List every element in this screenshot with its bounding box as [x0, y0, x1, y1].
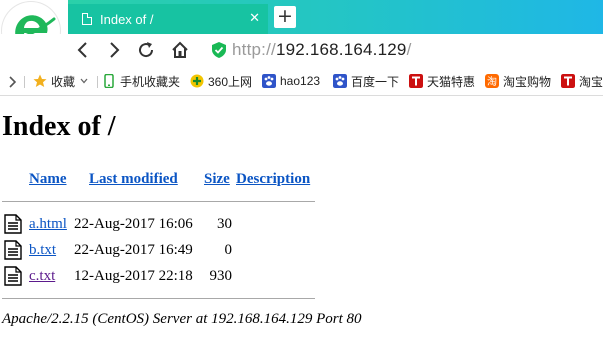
file-modified: 22-Aug-2017 16:49	[74, 242, 193, 258]
column-size-link[interactable]: Size	[204, 171, 230, 188]
close-icon[interactable]: ✕	[249, 11, 260, 27]
file-link[interactable]: b.txt	[29, 242, 56, 259]
bookmarks-bar: 收藏 手机收藏夹 360上网 hao123 百度一下 天猫特惠 淘 淘宝购物 淘…	[0, 66, 603, 96]
text-file-icon	[4, 240, 22, 260]
tab-strip: Index of / ✕ +	[0, 0, 603, 34]
address-bar[interactable]: http://192.168.164.129/	[206, 39, 603, 61]
navigation-bar: http://192.168.164.129/	[0, 34, 603, 66]
reload-icon	[139, 42, 154, 58]
bookmark-mobile-favorites[interactable]: 手机收藏夹	[102, 72, 180, 90]
text-file-icon	[4, 214, 22, 234]
bookmark-baidu[interactable]: 百度一下	[333, 72, 399, 90]
page-title: Index of /	[2, 111, 116, 142]
home-button[interactable]	[169, 39, 191, 61]
plus-circle-icon	[190, 74, 204, 88]
divider	[2, 201, 315, 202]
file-modified: 22-Aug-2017 16:06	[74, 216, 193, 232]
column-modified-link[interactable]: Last modified	[89, 171, 178, 188]
divider	[24, 76, 25, 88]
file-modified: 12-Aug-2017 22:18	[74, 268, 193, 284]
bookmark-label: 收藏	[51, 74, 76, 89]
file-link[interactable]: a.html	[29, 216, 67, 233]
divider	[2, 298, 315, 299]
bookmark-hao123[interactable]: hao123	[262, 72, 320, 90]
table-row: a.html 22-Aug-2017 16:06 30	[0, 213, 400, 235]
forward-button[interactable]	[103, 39, 125, 61]
page-icon	[82, 13, 92, 25]
arrow-right-icon	[110, 42, 120, 58]
paw-icon	[262, 74, 276, 88]
bookmark-360[interactable]: 360上网	[190, 72, 252, 90]
bookmark-tmall[interactable]: 天猫特惠	[409, 72, 475, 90]
url-path: /	[406, 40, 412, 59]
bookmark-label: 手机收藏夹	[120, 74, 181, 89]
bookmarks-toggle[interactable]	[8, 73, 18, 91]
bookmark-label: 百度一下	[351, 74, 400, 89]
table-row: b.txt 22-Aug-2017 16:49 0	[0, 239, 400, 261]
column-name-link[interactable]: Name	[29, 171, 67, 188]
chevron-right-icon	[9, 76, 17, 88]
star-folder-icon	[33, 74, 47, 87]
arrow-left-icon	[77, 42, 87, 58]
back-button[interactable]	[72, 39, 94, 61]
browser-chrome: Index of / ✕ + http://192.168.164.129/ 收…	[0, 0, 603, 97]
tmall-icon	[561, 74, 575, 88]
table-row: c.txt 12-Aug-2017 22:18 930	[0, 265, 400, 287]
shield-icon	[212, 42, 226, 58]
bookmark-favorites[interactable]: 收藏	[33, 72, 89, 90]
server-signature: Apache/2.2.15 (CentOS) Server at 192.168…	[2, 311, 362, 327]
bookmark-taobao[interactable]: 淘 淘宝购物	[485, 72, 551, 90]
tmall-icon	[409, 74, 423, 88]
bookmark-label: 淘宝购物	[503, 74, 552, 89]
url-protocol: http://	[232, 40, 276, 59]
bookmark-label: hao123	[280, 74, 321, 88]
bookmark-label: 天猫特惠	[427, 74, 476, 89]
file-size: 0	[224, 242, 233, 258]
tab-title: Index of /	[100, 11, 154, 27]
tab-index[interactable]: Index of / ✕	[68, 4, 268, 34]
bookmark-label: 360上网	[208, 74, 253, 89]
paw-icon	[333, 74, 347, 88]
svg-text:淘: 淘	[487, 75, 497, 88]
bookmark-label: 淘宝	[579, 74, 603, 89]
file-link[interactable]: c.txt	[29, 268, 55, 285]
home-icon	[172, 41, 188, 58]
divider	[97, 76, 98, 88]
phone-icon	[104, 74, 114, 88]
reload-button[interactable]	[135, 39, 157, 61]
chevron-down-icon	[80, 78, 88, 84]
url-host: 192.168.164.129	[275, 40, 407, 59]
bookmark-taobao-2[interactable]: 淘宝	[561, 72, 603, 90]
text-file-icon	[4, 266, 22, 286]
file-size: 930	[209, 268, 233, 284]
page-content: Index of / Name Last modified Size Descr…	[0, 97, 603, 339]
new-tab-button[interactable]: +	[274, 6, 296, 28]
file-size: 30	[217, 216, 232, 232]
taobao-icon: 淘	[485, 74, 499, 88]
column-description-link[interactable]: Description	[236, 171, 310, 188]
url-text[interactable]: http://192.168.164.129/	[232, 40, 412, 60]
